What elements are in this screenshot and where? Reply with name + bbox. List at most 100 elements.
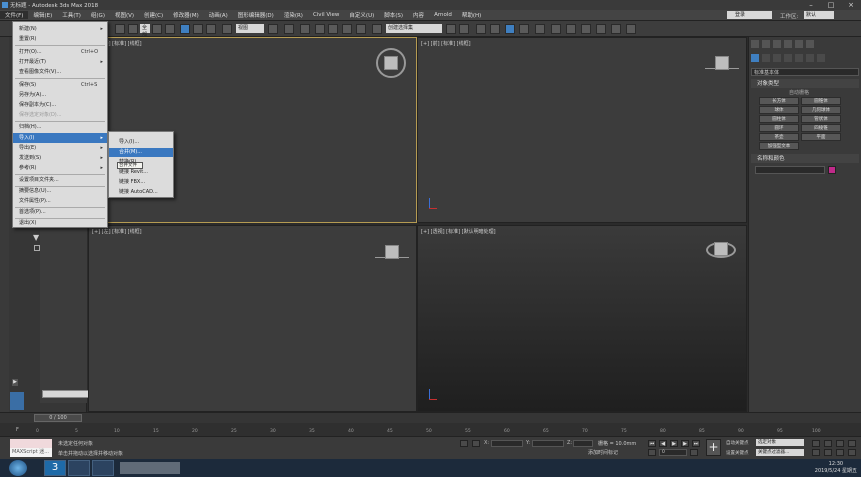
viewcube-icon[interactable] bbox=[715, 56, 729, 70]
file-save[interactable]: 保存(S) Ctrl+S bbox=[13, 80, 107, 90]
taskbar-explorer[interactable] bbox=[68, 460, 90, 476]
redo-icon[interactable] bbox=[128, 24, 138, 34]
auto-key-button[interactable]: 自动关键点 bbox=[726, 440, 749, 446]
file-save-as[interactable]: 另存为(A)... bbox=[13, 90, 107, 100]
menu-scripting[interactable]: 脚本(S) bbox=[379, 11, 408, 19]
prev-frame-icon[interactable]: ◀ bbox=[659, 440, 667, 447]
viewport-label[interactable]: [+] [前] [标准] [线框] bbox=[421, 40, 471, 47]
file-open[interactable]: 打开(O)... Ctrl+O bbox=[13, 47, 107, 57]
keyboard-shortcut-icon[interactable] bbox=[300, 24, 310, 34]
helpers-icon[interactable] bbox=[795, 54, 803, 62]
teapot-button[interactable]: 茶壶 bbox=[759, 133, 799, 141]
menu-animation[interactable]: 动画(A) bbox=[204, 11, 233, 19]
pyramid-button[interactable]: 四棱锥 bbox=[801, 124, 841, 132]
play-icon[interactable]: ▶ bbox=[670, 440, 678, 447]
schematic-view-icon[interactable] bbox=[535, 24, 545, 34]
pivot-center-icon[interactable] bbox=[268, 24, 278, 34]
angle-snap-icon[interactable] bbox=[328, 24, 338, 34]
selection-lock-icon[interactable] bbox=[472, 440, 480, 447]
object-category-dropdown[interactable]: 标准基本体 bbox=[751, 68, 859, 76]
close-button[interactable]: × bbox=[841, 0, 861, 10]
file-set-project[interactable]: 设置项目文件夹... bbox=[13, 175, 107, 185]
display-toggle-icon[interactable] bbox=[34, 245, 40, 251]
import-merge[interactable]: 合并(M)... bbox=[109, 148, 173, 157]
zoom-all-icon[interactable] bbox=[824, 440, 832, 447]
time-slider[interactable]: 0 / 100 bbox=[0, 412, 861, 423]
plane-button[interactable]: 平面 bbox=[801, 133, 841, 141]
menu-group[interactable]: 组(G) bbox=[86, 11, 110, 19]
expand-arrow-icon[interactable]: ▶ bbox=[12, 379, 18, 386]
file-send-to[interactable]: 发送到(S) ▸ bbox=[13, 153, 107, 163]
select-place-icon[interactable] bbox=[222, 24, 232, 34]
cameras-icon[interactable] bbox=[784, 54, 792, 62]
menu-file[interactable]: 文件(F) bbox=[0, 11, 29, 19]
geosphere-button[interactable]: 几何球体 bbox=[801, 106, 841, 114]
create-tab-icon[interactable] bbox=[751, 40, 759, 48]
key-mode-icon[interactable] bbox=[648, 449, 656, 456]
time-config-icon[interactable] bbox=[690, 449, 698, 456]
viewcube-icon[interactable] bbox=[714, 242, 728, 256]
viewcube-icon[interactable] bbox=[384, 56, 398, 70]
time-slider-knob[interactable]: 0 / 100 bbox=[34, 414, 82, 422]
system-clock[interactable]: 12:30 2019/5/24 星期五 bbox=[815, 461, 857, 475]
fov-icon[interactable] bbox=[812, 449, 820, 456]
scene-explorer-icon[interactable] bbox=[476, 24, 486, 34]
mirror-icon[interactable] bbox=[446, 24, 456, 34]
file-properties[interactable]: 文件属性(P)... bbox=[13, 196, 107, 206]
file-new[interactable]: 新建(N) ▸ bbox=[13, 24, 107, 34]
file-export[interactable]: 导出(E) ▸ bbox=[13, 143, 107, 153]
selected-object-dropdown[interactable]: 选定对象 bbox=[756, 439, 804, 446]
track-bar-toggle[interactable]: F bbox=[16, 427, 19, 433]
torus-button[interactable]: 圆环 bbox=[759, 124, 799, 132]
menu-edit[interactable]: 编辑(E) bbox=[28, 11, 57, 19]
import-link-autocad[interactable]: 链接 AutoCAD... bbox=[109, 188, 173, 197]
viewport-left[interactable]: [+] [左] [标准] [线框] bbox=[88, 225, 417, 412]
display-tab-icon[interactable] bbox=[795, 40, 803, 48]
signin-dropdown[interactable]: 登录 bbox=[727, 11, 772, 19]
minimize-button[interactable]: – bbox=[801, 0, 821, 10]
menu-arnold[interactable]: Arnold bbox=[429, 12, 457, 18]
taskbar-3dsmax[interactable]: 3 bbox=[44, 460, 66, 476]
snaps-toggle-icon[interactable] bbox=[315, 24, 325, 34]
import-import[interactable]: 导入(I)... bbox=[109, 138, 173, 147]
add-time-tag[interactable]: 添加时间标记 bbox=[588, 449, 618, 456]
maxscript-listener[interactable] bbox=[10, 439, 52, 448]
render-activeshade-icon[interactable] bbox=[626, 24, 636, 34]
key-filters-button[interactable]: 关键点过滤器... bbox=[756, 449, 804, 456]
goto-start-icon[interactable]: ⏮ bbox=[648, 440, 656, 447]
name-color-header[interactable]: 名称和颜色 bbox=[751, 154, 859, 163]
motion-tab-icon[interactable] bbox=[784, 40, 792, 48]
select-by-name-icon[interactable] bbox=[165, 24, 175, 34]
align-icon[interactable] bbox=[459, 24, 469, 34]
scene-explorer-dropdown[interactable] bbox=[42, 390, 92, 398]
space-warps-icon[interactable] bbox=[806, 54, 814, 62]
systems-icon[interactable] bbox=[817, 54, 825, 62]
file-exit[interactable]: 退出(X) bbox=[13, 218, 107, 228]
start-button[interactable] bbox=[9, 460, 27, 476]
object-type-header[interactable]: 对象类型 bbox=[751, 79, 859, 88]
menu-civil-view[interactable]: Civil View bbox=[308, 12, 344, 18]
menu-tools[interactable]: 工具(T) bbox=[57, 11, 86, 19]
spinner-snap-icon[interactable] bbox=[356, 24, 366, 34]
rendered-frame-icon[interactable] bbox=[581, 24, 591, 34]
material-editor-icon[interactable] bbox=[551, 24, 561, 34]
file-archive[interactable]: 归档(H)... bbox=[13, 122, 107, 132]
menu-views[interactable]: 视图(V) bbox=[110, 11, 139, 19]
menu-content[interactable]: 内容 bbox=[408, 11, 429, 19]
maximize-viewport-icon[interactable] bbox=[848, 449, 856, 456]
render-setup-icon[interactable] bbox=[566, 24, 576, 34]
filter-funnel-icon[interactable]: ▼ bbox=[33, 233, 39, 242]
maxscript-input[interactable]: MAXScript 迷... bbox=[10, 448, 52, 457]
goto-end-icon[interactable]: ⏭ bbox=[692, 440, 700, 447]
workspace-dropdown[interactable]: 默认 bbox=[804, 11, 834, 19]
curve-editor-icon[interactable] bbox=[519, 24, 529, 34]
zoom-extents-all-icon[interactable] bbox=[848, 440, 856, 447]
menu-modifiers[interactable]: 修改器(M) bbox=[168, 11, 204, 19]
select-and-rotate-icon[interactable] bbox=[193, 24, 203, 34]
layout-toggle-icon[interactable] bbox=[10, 392, 24, 410]
viewport-front[interactable]: [+] [前] [标准] [线框] bbox=[417, 37, 747, 223]
sphere-button[interactable]: 球体 bbox=[759, 106, 799, 114]
z-coord-field[interactable] bbox=[573, 440, 593, 447]
y-coord-field[interactable] bbox=[532, 440, 564, 447]
text-plus-button[interactable]: 加强型文本 bbox=[759, 142, 799, 150]
